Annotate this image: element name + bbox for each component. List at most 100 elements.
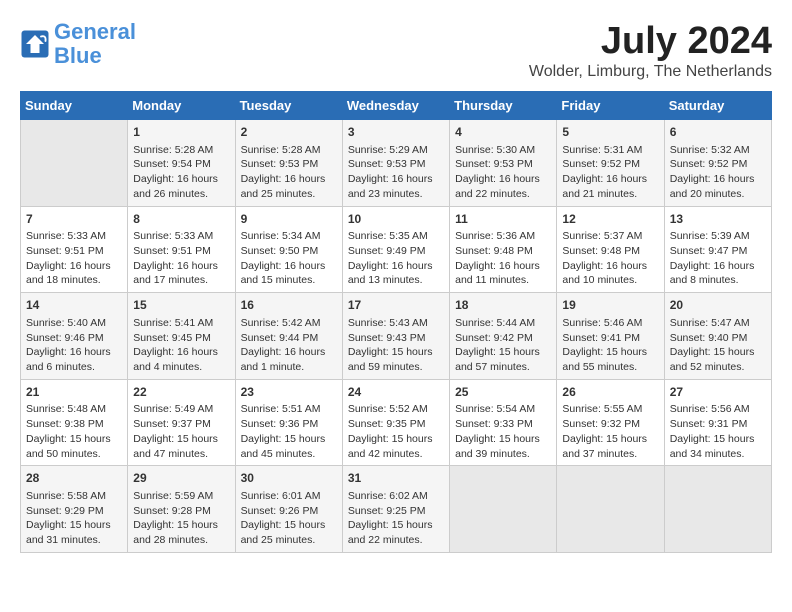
- day-content: Sunrise: 5:35 AM Sunset: 9:49 PM Dayligh…: [348, 229, 444, 288]
- day-number: 29: [133, 470, 229, 487]
- day-number: 10: [348, 211, 444, 228]
- day-number: 21: [26, 384, 122, 401]
- day-header: Tuesday: [235, 92, 342, 120]
- day-content: Sunrise: 5:41 AM Sunset: 9:45 PM Dayligh…: [133, 316, 229, 375]
- day-number: 20: [670, 297, 766, 314]
- calendar-cell: 21Sunrise: 5:48 AM Sunset: 9:38 PM Dayli…: [21, 379, 128, 466]
- calendar-week-row: 21Sunrise: 5:48 AM Sunset: 9:38 PM Dayli…: [21, 379, 772, 466]
- calendar-cell: 27Sunrise: 5:56 AM Sunset: 9:31 PM Dayli…: [664, 379, 771, 466]
- logo: General Blue: [20, 20, 136, 68]
- day-number: 22: [133, 384, 229, 401]
- day-number: 14: [26, 297, 122, 314]
- day-number: 13: [670, 211, 766, 228]
- location: Wolder, Limburg, The Netherlands: [529, 63, 772, 81]
- day-content: Sunrise: 5:33 AM Sunset: 9:51 PM Dayligh…: [26, 229, 122, 288]
- calendar-cell: 31 Sunrise: 6:02 AM Sunset: 9:25 PM Dayli…: [342, 466, 449, 553]
- calendar-cell: [664, 466, 771, 553]
- day-number: 30: [241, 470, 337, 487]
- calendar-cell: 16Sunrise: 5:42 AM Sunset: 9:44 PM Dayli…: [235, 293, 342, 380]
- calendar-cell: 11Sunrise: 5:36 AM Sunset: 9:48 PM Dayli…: [450, 206, 557, 293]
- calendar-week-row: 14 Sunrise: 5:40 AM Sunset: 9:46 PM Dayli…: [21, 293, 772, 380]
- day-number: 17: [348, 297, 444, 314]
- calendar-cell: 1Sunrise: 5:28 AM Sunset: 9:54 PM Daylig…: [128, 120, 235, 207]
- calendar-cell: 5 Sunrise: 5:31 AM Sunset: 9:52 PM Daylig…: [557, 120, 664, 207]
- calendar-table: SundayMondayTuesdayWednesdayThursdayFrid…: [20, 91, 772, 553]
- day-content: Sunrise: 5:34 AM Sunset: 9:50 PM Dayligh…: [241, 229, 337, 288]
- page-header: General Blue July 2024 Wolder, Limburg, …: [20, 20, 772, 81]
- day-header: Sunday: [21, 92, 128, 120]
- day-content: Sunrise: 5:56 AM Sunset: 9:31 PM Dayligh…: [670, 402, 766, 461]
- day-number: 24: [348, 384, 444, 401]
- day-number: 23: [241, 384, 337, 401]
- day-header: Friday: [557, 92, 664, 120]
- day-header: Saturday: [664, 92, 771, 120]
- calendar-cell: 2Sunrise: 5:28 AM Sunset: 9:53 PM Daylig…: [235, 120, 342, 207]
- day-content: Sunrise: 5:43 AM Sunset: 9:43 PM Dayligh…: [348, 316, 444, 375]
- day-number: 18: [455, 297, 551, 314]
- calendar-cell: 12Sunrise: 5:37 AM Sunset: 9:48 PM Dayli…: [557, 206, 664, 293]
- day-number: 1: [133, 124, 229, 141]
- calendar-cell: 30Sunrise: 6:01 AM Sunset: 9:26 PM Dayli…: [235, 466, 342, 553]
- day-number: 27: [670, 384, 766, 401]
- day-content: Sunrise: 5:55 AM Sunset: 9:32 PM Dayligh…: [562, 402, 658, 461]
- calendar-cell: [21, 120, 128, 207]
- day-number: 19: [562, 297, 658, 314]
- day-number: 6: [670, 124, 766, 141]
- calendar-cell: 6 Sunrise: 5:32 AM Sunset: 9:52 PM Daylig…: [664, 120, 771, 207]
- day-content: Sunrise: 5:31 AM Sunset: 9:52 PM Dayligh…: [562, 143, 658, 202]
- calendar-cell: 23Sunrise: 5:51 AM Sunset: 9:36 PM Dayli…: [235, 379, 342, 466]
- logo-icon: [20, 29, 50, 59]
- day-content: Sunrise: 5:58 AM Sunset: 9:29 PM Dayligh…: [26, 489, 122, 548]
- day-content: Sunrise: 5:29 AM Sunset: 9:53 PM Dayligh…: [348, 143, 444, 202]
- day-content: Sunrise: 5:28 AM Sunset: 9:53 PM Dayligh…: [241, 143, 337, 202]
- day-number: 25: [455, 384, 551, 401]
- calendar-cell: 4 Sunrise: 5:30 AM Sunset: 9:53 PM Daylig…: [450, 120, 557, 207]
- calendar-cell: 3 Sunrise: 5:29 AM Sunset: 9:53 PM Daylig…: [342, 120, 449, 207]
- day-content: Sunrise: 5:44 AM Sunset: 9:42 PM Dayligh…: [455, 316, 551, 375]
- calendar-week-row: 1Sunrise: 5:28 AM Sunset: 9:54 PM Daylig…: [21, 120, 772, 207]
- day-number: 5: [562, 124, 658, 141]
- day-content: Sunrise: 5:40 AM Sunset: 9:46 PM Dayligh…: [26, 316, 122, 375]
- calendar-cell: [450, 466, 557, 553]
- calendar-cell: 7Sunrise: 5:33 AM Sunset: 9:51 PM Daylig…: [21, 206, 128, 293]
- day-header: Monday: [128, 92, 235, 120]
- day-number: 31: [348, 470, 444, 487]
- day-number: 15: [133, 297, 229, 314]
- calendar-cell: 17 Sunrise: 5:43 AM Sunset: 9:43 PM Dayli…: [342, 293, 449, 380]
- calendar-cell: 14 Sunrise: 5:40 AM Sunset: 9:46 PM Dayli…: [21, 293, 128, 380]
- day-content: Sunrise: 5:30 AM Sunset: 9:53 PM Dayligh…: [455, 143, 551, 202]
- day-content: Sunrise: 5:48 AM Sunset: 9:38 PM Dayligh…: [26, 402, 122, 461]
- day-number: 28: [26, 470, 122, 487]
- day-content: Sunrise: 5:51 AM Sunset: 9:36 PM Dayligh…: [241, 402, 337, 461]
- calendar-week-row: 28 Sunrise: 5:58 AM Sunset: 9:29 PM Dayli…: [21, 466, 772, 553]
- calendar-cell: [557, 466, 664, 553]
- day-number: 26: [562, 384, 658, 401]
- calendar-cell: 10Sunrise: 5:35 AM Sunset: 9:49 PM Dayli…: [342, 206, 449, 293]
- day-header: Wednesday: [342, 92, 449, 120]
- day-content: Sunrise: 5:47 AM Sunset: 9:40 PM Dayligh…: [670, 316, 766, 375]
- day-number: 9: [241, 211, 337, 228]
- day-content: Sunrise: 5:46 AM Sunset: 9:41 PM Dayligh…: [562, 316, 658, 375]
- day-content: Sunrise: 5:37 AM Sunset: 9:48 PM Dayligh…: [562, 229, 658, 288]
- day-content: Sunrise: 5:36 AM Sunset: 9:48 PM Dayligh…: [455, 229, 551, 288]
- day-content: Sunrise: 5:32 AM Sunset: 9:52 PM Dayligh…: [670, 143, 766, 202]
- calendar-cell: 24Sunrise: 5:52 AM Sunset: 9:35 PM Dayli…: [342, 379, 449, 466]
- header-row: SundayMondayTuesdayWednesdayThursdayFrid…: [21, 92, 772, 120]
- day-number: 16: [241, 297, 337, 314]
- day-number: 4: [455, 124, 551, 141]
- calendar-cell: 22Sunrise: 5:49 AM Sunset: 9:37 PM Dayli…: [128, 379, 235, 466]
- day-content: Sunrise: 5:39 AM Sunset: 9:47 PM Dayligh…: [670, 229, 766, 288]
- day-number: 11: [455, 211, 551, 228]
- day-header: Thursday: [450, 92, 557, 120]
- calendar-cell: 28 Sunrise: 5:58 AM Sunset: 9:29 PM Dayli…: [21, 466, 128, 553]
- day-number: 3: [348, 124, 444, 141]
- calendar-cell: 18 Sunrise: 5:44 AM Sunset: 9:42 PM Dayli…: [450, 293, 557, 380]
- day-content: Sunrise: 6:02 AM Sunset: 9:25 PM Dayligh…: [348, 489, 444, 548]
- day-content: Sunrise: 5:52 AM Sunset: 9:35 PM Dayligh…: [348, 402, 444, 461]
- day-number: 7: [26, 211, 122, 228]
- logo-text: General Blue: [54, 20, 136, 68]
- title-area: July 2024 Wolder, Limburg, The Netherlan…: [529, 20, 772, 81]
- calendar-cell: 15 Sunrise: 5:41 AM Sunset: 9:45 PM Dayli…: [128, 293, 235, 380]
- day-number: 8: [133, 211, 229, 228]
- calendar-cell: 13Sunrise: 5:39 AM Sunset: 9:47 PM Dayli…: [664, 206, 771, 293]
